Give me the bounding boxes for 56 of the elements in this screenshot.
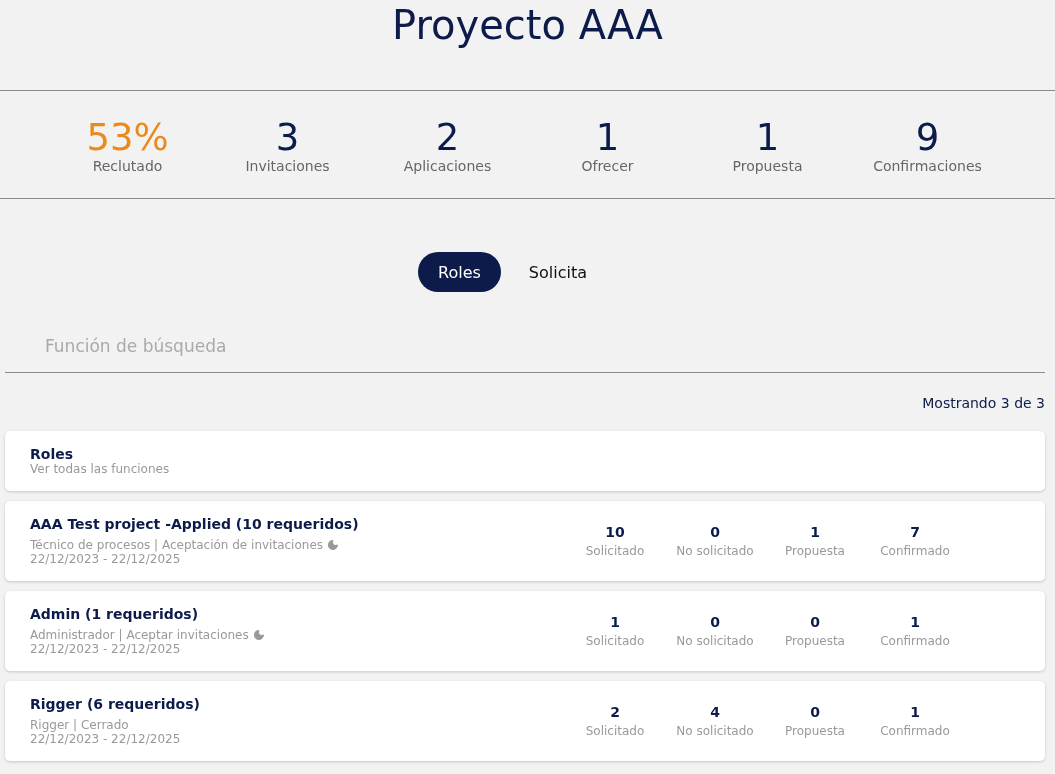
metric-label: Solicitado <box>584 633 646 650</box>
stat-label: Invitaciones <box>245 157 330 174</box>
results-count: Mostrando 3 de 3 <box>922 395 1045 411</box>
metric-label: Confirmado <box>879 633 951 650</box>
metric-label: Propuesta <box>784 633 846 650</box>
tab[interactable]: Roles <box>418 252 501 292</box>
stat-value: 9 <box>915 115 940 160</box>
role-dates: 22/12/2023 - 22/12/2025 <box>30 642 182 656</box>
stat-label: Reclutado <box>92 157 163 174</box>
role-title: Admin (1 requeridos) <box>30 606 200 622</box>
metric-label: Propuesta <box>784 723 846 740</box>
stat-value: 3 <box>275 115 300 160</box>
role-card[interactable]: Rigger (6 requeridos) Rigger | Cerrado 22/12/2023 - 22/12/2025 2 Solicitado 4 No solicitado 0 Propuesta 1 Confirmado <box>5 681 1045 761</box>
search-field[interactable]: Función de búsqueda <box>5 320 1045 373</box>
stat-label: Confirmaciones <box>873 157 982 174</box>
stat-value: 1 <box>595 115 620 160</box>
metric-value: 10 <box>605 523 625 542</box>
stat-value: 1 <box>755 115 780 160</box>
metric-label: No solicitado <box>675 543 755 560</box>
metric-value: 1 <box>610 613 620 632</box>
metric-value: 2 <box>610 703 620 722</box>
metric-value: 1 <box>910 703 920 722</box>
metric-label: Solicitado <box>584 543 646 560</box>
metric-value: 0 <box>810 703 820 722</box>
stat-value: 53% <box>86 115 169 160</box>
role-card[interactable]: Admin (1 requeridos) Administrador | Aceptar invitaciones 22/12/2023 - 22/12/2025 1 Solicitado 0 No solicitado 0 Propuesta 1 Confirmado <box>5 591 1045 671</box>
metric-value: 4 <box>710 703 720 722</box>
role-details: Administrador | Aceptar invitaciones <box>30 628 249 642</box>
metric-label: Propuesta <box>784 543 846 560</box>
metric-label: No solicitado <box>675 633 755 650</box>
role-details: Rigger | Cerrado <box>30 718 129 732</box>
metric-value: 0 <box>710 523 720 542</box>
page-title: Proyecto AAA <box>391 1 664 50</box>
metric-value: 1 <box>810 523 820 542</box>
metric-label: No solicitado <box>675 723 755 740</box>
stat-value: 2 <box>435 115 460 160</box>
metric-label: Solicitado <box>584 723 646 740</box>
role-dates: 22/12/2023 - 22/12/2025 <box>30 552 182 566</box>
role-title: Rigger (6 requeridos) <box>30 696 201 712</box>
metric-label: Confirmado <box>879 723 951 740</box>
metric-value: 0 <box>810 613 820 632</box>
role-details: Técnico de procesos | Aceptación de invitaciones <box>30 538 323 552</box>
card-title: Roles <box>30 446 75 462</box>
metric-label: Confirmado <box>879 543 951 560</box>
tab[interactable]: Solicita <box>508 252 607 292</box>
role-title: AAA Test project -Applied (10 requeridos) <box>30 516 360 532</box>
stat-label: Ofrecer <box>581 157 634 174</box>
stat-label: Aplicaciones <box>403 157 492 174</box>
stat-label: Propuesta <box>732 157 803 174</box>
metric-value: 7 <box>910 523 920 542</box>
metric-value: 0 <box>710 613 720 632</box>
metric-value: 1 <box>910 613 920 632</box>
role-card[interactable]: AAA Test project -Applied (10 requeridos) Técnico de procesos | Aceptación de invitaciones 22/12/2023 - 22/12/2025 10 Solicitado 0 No solicitado 1 Propuesta 7 Confirmado <box>5 501 1045 581</box>
card-subtitle: Ver todas las funciones <box>30 462 171 476</box>
roles-header-card[interactable]: Roles Ver todas las funciones <box>5 431 1045 491</box>
role-dates: 22/12/2023 - 22/12/2025 <box>30 732 182 746</box>
